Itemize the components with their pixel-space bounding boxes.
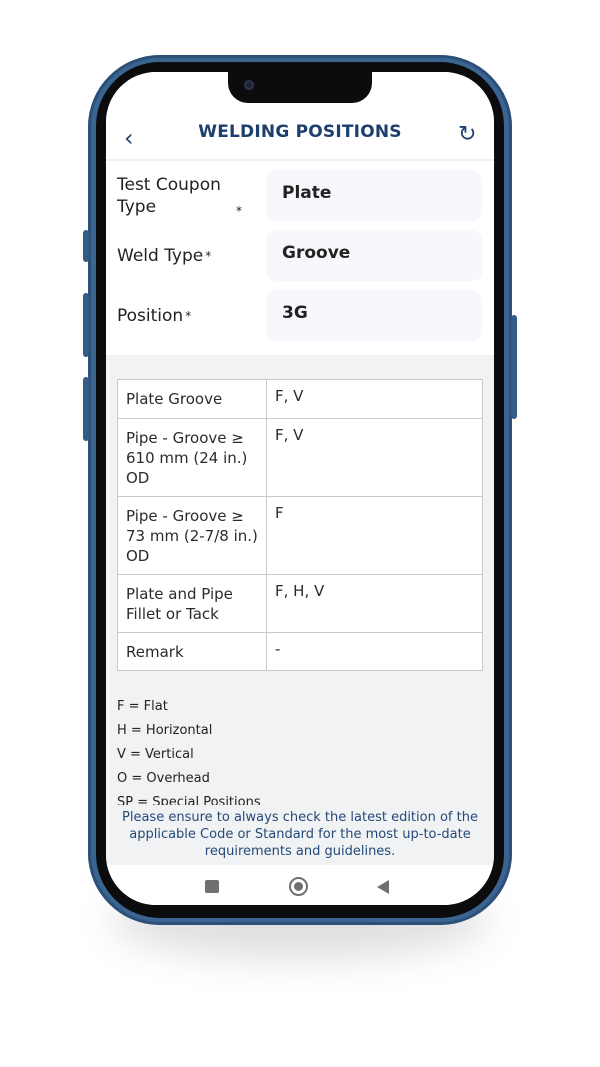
row-label: Pipe - Groove ≥ 73 mm (2-7/8 in.) OD <box>117 496 267 575</box>
camera-icon <box>244 80 254 90</box>
table-row: Pipe - Groove ≥ 73 mm (2-7/8 in.) OD F <box>117 496 483 575</box>
legend: F = Flat H = Horizontal V = Vertical O =… <box>117 699 261 805</box>
row-value: F, V <box>266 379 483 419</box>
row-value: F <box>266 496 483 575</box>
test-coupon-type-select[interactable]: Plate <box>266 170 482 221</box>
phone-volume-up <box>83 293 89 357</box>
phone-power-button <box>511 315 517 419</box>
system-nav-bar <box>106 865 494 905</box>
legend-item: V = Vertical <box>117 747 194 762</box>
phone-volume-down <box>83 377 89 441</box>
phone-side-button <box>83 230 89 262</box>
refresh-icon[interactable]: ↻ <box>458 122 476 147</box>
table-row: Pipe - Groove ≥ 610 mm (24 in.) OD F, V <box>117 418 483 497</box>
position-select[interactable]: 3G <box>266 290 482 341</box>
row-value: F, H, V <box>266 574 483 633</box>
legend-item: O = Overhead <box>117 771 210 786</box>
weld-type-select[interactable]: Groove <box>266 230 482 281</box>
page-title: WELDING POSITIONS <box>198 122 402 142</box>
recents-icon[interactable] <box>205 880 219 893</box>
legend-item: H = Horizontal <box>117 723 213 738</box>
row-label: Remark <box>117 632 267 671</box>
row-value: - <box>266 632 483 671</box>
field-label-weld-type: Weld Type * <box>117 246 212 266</box>
field-label-position: Position * <box>117 306 192 326</box>
back-triangle-icon[interactable] <box>377 880 389 894</box>
row-label: Plate and Pipe Fillet or Tack <box>117 574 267 633</box>
form: Test Coupon Type * Plate Weld Type * Groov… <box>106 161 494 355</box>
notch <box>228 72 372 103</box>
table-row: Plate Groove F, V <box>117 379 483 419</box>
field-label-test-coupon-type: Test Coupon Type * <box>117 175 242 218</box>
screen: ‹ WELDING POSITIONS ↻ Test Coupon Type * … <box>106 72 494 905</box>
table-row: Plate and Pipe Fillet or Tack F, H, V <box>117 574 483 633</box>
row-label: Plate Groove <box>117 379 267 419</box>
positions-table: Plate Groove F, V Pipe - Groove ≥ 610 mm … <box>117 379 483 671</box>
disclaimer-note: Please ensure to always check the latest… <box>106 805 494 865</box>
legend-item: F = Flat <box>117 699 168 714</box>
row-label: Pipe - Groove ≥ 610 mm (24 in.) OD <box>117 418 267 497</box>
table-row: Remark - <box>117 632 483 671</box>
row-value: F, V <box>266 418 483 497</box>
legend-item: SP = Special Positions <box>117 795 261 805</box>
home-icon[interactable] <box>289 877 308 896</box>
